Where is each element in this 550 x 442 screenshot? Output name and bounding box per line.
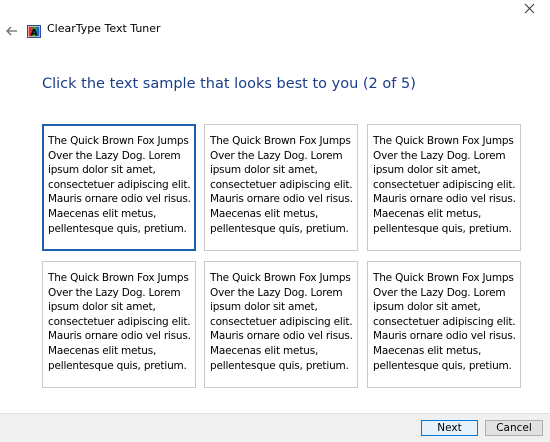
- text-sample-3[interactable]: The Quick Brown Fox Jumps Over the Lazy …: [367, 124, 521, 251]
- svg-text:A: A: [31, 29, 38, 39]
- sample-text: The Quick Brown Fox Jumps Over the Lazy …: [210, 272, 353, 372]
- sample-text: The Quick Brown Fox Jumps Over the Lazy …: [48, 135, 191, 235]
- page-heading: Click the text sample that looks best to…: [42, 76, 416, 92]
- text-sample-5[interactable]: The Quick Brown Fox Jumps Over the Lazy …: [204, 261, 358, 388]
- text-sample-1[interactable]: The Quick Brown Fox Jumps Over the Lazy …: [42, 124, 196, 251]
- cleartype-icon: A: [27, 23, 41, 39]
- cancel-button[interactable]: Cancel: [485, 420, 543, 436]
- sample-text: The Quick Brown Fox Jumps Over the Lazy …: [373, 272, 516, 372]
- sample-text: The Quick Brown Fox Jumps Over the Lazy …: [48, 272, 191, 372]
- back-arrow-icon: [6, 21, 18, 40]
- footer-bar: Next Cancel: [0, 413, 550, 442]
- close-icon: [524, 0, 535, 18]
- sample-text: The Quick Brown Fox Jumps Over the Lazy …: [210, 135, 353, 235]
- title-bar: A ClearType Text Tuner: [0, 19, 550, 41]
- text-sample-6[interactable]: The Quick Brown Fox Jumps Over the Lazy …: [367, 261, 521, 388]
- sample-text: The Quick Brown Fox Jumps Over the Lazy …: [373, 135, 516, 235]
- next-button[interactable]: Next: [421, 420, 478, 436]
- text-sample-2[interactable]: The Quick Brown Fox Jumps Over the Lazy …: [204, 124, 358, 251]
- text-sample-4[interactable]: The Quick Brown Fox Jumps Over the Lazy …: [42, 261, 196, 388]
- window-title: ClearType Text Tuner: [47, 22, 161, 35]
- close-button[interactable]: [516, 0, 542, 16]
- cleartype-window: A ClearType Text Tuner Click the text sa…: [0, 0, 550, 442]
- back-button[interactable]: [2, 20, 22, 40]
